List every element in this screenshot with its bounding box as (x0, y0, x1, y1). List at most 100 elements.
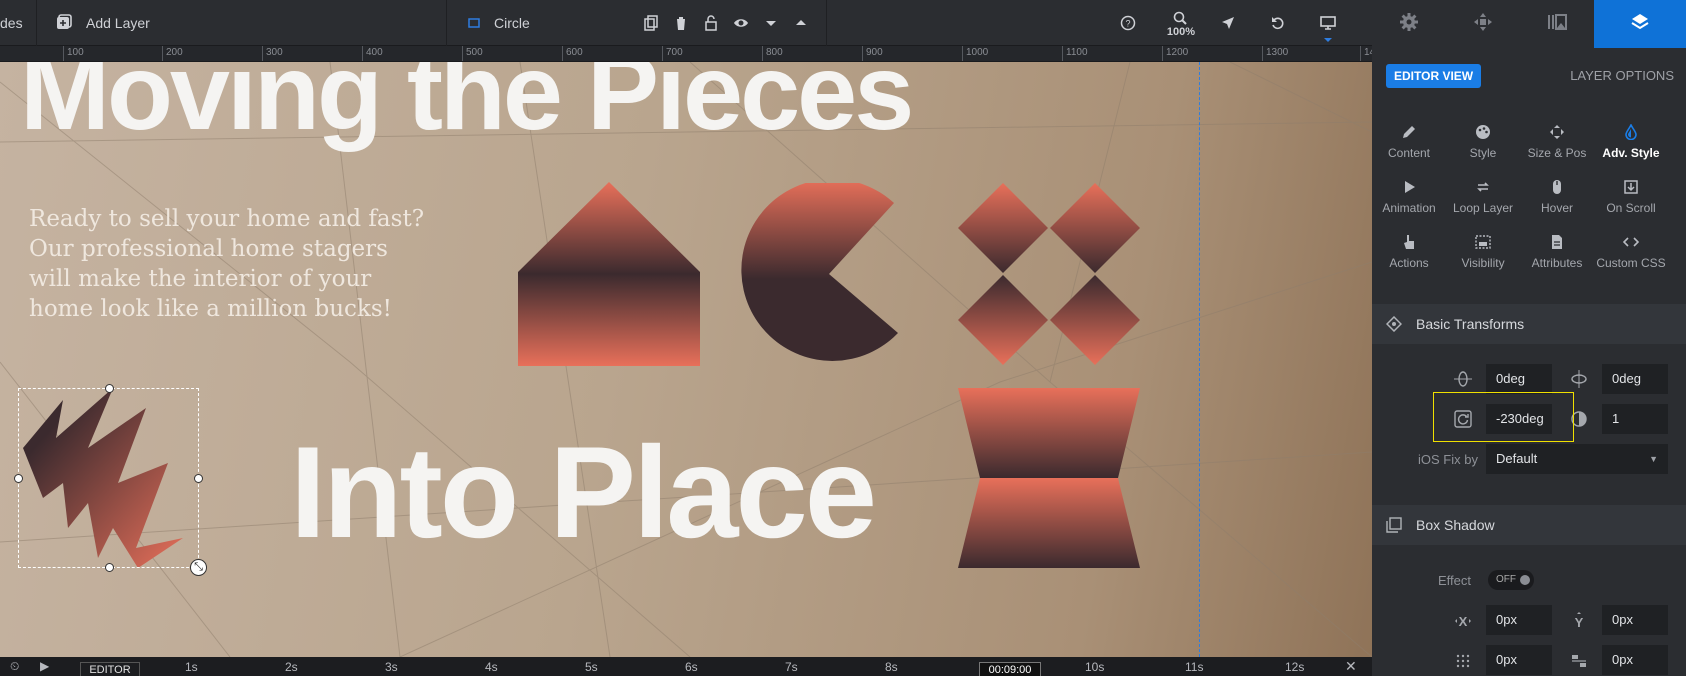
effect-toggle[interactable]: OFF (1488, 570, 1534, 590)
transform-icon (1386, 314, 1406, 334)
play-icon[interactable]: ▶ (40, 659, 49, 673)
shadow-x-input[interactable]: 0px (1486, 605, 1552, 635)
resize-handle[interactable] (194, 474, 203, 483)
tab-hover[interactable]: Hover (1520, 177, 1594, 227)
tab-settings[interactable] (1372, 0, 1446, 48)
drop-icon (1594, 123, 1668, 146)
rotation-x-input[interactable]: 0deg (1486, 364, 1552, 394)
tab-animation[interactable]: Animation (1372, 177, 1446, 227)
current-layer[interactable]: Circle (468, 0, 530, 46)
rotation-y-input[interactable]: 0deg (1602, 364, 1668, 394)
tab-visibility[interactable]: Visibility (1446, 232, 1520, 282)
tab-style[interactable]: Style (1446, 122, 1520, 172)
shadow-spread-input[interactable]: 0px (1602, 645, 1668, 675)
panel-tabs (1372, 0, 1686, 48)
hourglass-shape[interactable] (958, 388, 1140, 568)
move-icon (1520, 124, 1594, 146)
zoom-icon[interactable] (1170, 8, 1190, 28)
tab-loop-layer[interactable]: Loop Layer (1446, 177, 1520, 227)
add-layer-button[interactable]: Add Layer (56, 0, 150, 46)
tab-custom-css[interactable]: Custom CSS (1594, 232, 1668, 282)
chevron-down-icon: ▼ (1649, 454, 1658, 464)
body-text[interactable]: Ready to sell your home and fast? Our pr… (29, 204, 429, 324)
layers-icon (1630, 12, 1650, 37)
house-shape[interactable] (518, 182, 700, 366)
options-panel: EDITOR VIEW LAYER OPTIONS Content Style … (1372, 0, 1686, 676)
code-icon (1594, 234, 1668, 256)
tab-actions[interactable]: Actions (1372, 232, 1446, 282)
file-icon (1520, 234, 1594, 256)
rotation-highlight-box (1433, 392, 1574, 442)
timeline-editor-label[interactable]: EDITOR (80, 662, 140, 676)
shadow-blur-icon (1452, 650, 1474, 672)
undo-icon[interactable] (1268, 13, 1288, 33)
effect-label: Effect (1438, 573, 1472, 588)
pointer-icon[interactable] (1218, 13, 1238, 33)
tab-size-pos[interactable]: Size & Pos (1520, 122, 1594, 172)
trash-icon[interactable] (671, 13, 691, 33)
caret-down-icon[interactable] (761, 13, 781, 33)
gamepad-icon (1473, 12, 1493, 37)
pacman-shape[interactable] (738, 183, 920, 365)
layer-options-label[interactable]: LAYER OPTIONS (1570, 68, 1674, 83)
toggle-knob (1520, 575, 1530, 585)
resize-handle[interactable] (14, 474, 23, 483)
tab-attributes[interactable]: Attributes (1520, 232, 1594, 282)
slider-editor-app: { "toolbar": { "left_label": "des", "add… (0, 0, 1686, 676)
tab-adv-style[interactable]: Adv. Style (1594, 122, 1668, 172)
rectangle-icon (468, 15, 480, 31)
shadow-spread-icon (1568, 650, 1590, 672)
resize-handle[interactable] (105, 384, 114, 393)
gallery-icon (1547, 12, 1567, 37)
lock-icon[interactable] (701, 13, 721, 33)
timeline[interactable]: ⏲ ▶ EDITOR 1s 2s 3s 4s 5s 6s 7s 8s 00:09… (0, 657, 1372, 676)
diamonds-shape[interactable] (958, 183, 1140, 365)
palette-icon (1446, 124, 1520, 146)
close-icon[interactable]: ✕ (1345, 658, 1357, 675)
svg-text:Y: Y (1575, 615, 1584, 630)
hand-icon (1372, 234, 1446, 256)
box-shadow-icon (1386, 515, 1406, 535)
tab-layers[interactable] (1594, 0, 1686, 48)
timeline-current-time[interactable]: 00:09:00 (979, 662, 1041, 676)
tab-content[interactable]: Content (1372, 122, 1446, 172)
add-layer-icon (56, 13, 72, 33)
shadow-y-input[interactable]: 0px (1602, 605, 1668, 635)
selection-box[interactable]: ⤡ (14, 384, 207, 576)
tab-media[interactable] (1520, 0, 1594, 48)
eye-icon[interactable] (731, 13, 751, 33)
svg-text:X: X (1459, 614, 1468, 629)
top-toolbar: des Add Layer Circle ? 100% (0, 0, 1372, 46)
caret-up-icon[interactable] (791, 13, 811, 33)
desktop-icon[interactable] (1318, 13, 1338, 33)
tab-on-scroll[interactable]: On Scroll (1594, 177, 1668, 227)
slides-button[interactable]: des (0, 0, 23, 46)
ios-fix-select[interactable]: Default ▼ (1486, 444, 1668, 474)
ios-fix-label: iOS Fix by (1418, 452, 1478, 467)
editor-view-badge[interactable]: EDITOR VIEW (1386, 64, 1482, 88)
canvas-stage[interactable]: Moving the Pieces Ready to sell your hom… (0, 62, 1372, 657)
duplicate-icon[interactable] (641, 13, 661, 33)
rotate-y-icon (1568, 368, 1590, 390)
divider (446, 0, 447, 46)
rotate-x-icon (1452, 368, 1474, 390)
scale-handle-icon[interactable]: ⤡ (190, 559, 207, 576)
svg-text:?: ? (1125, 19, 1130, 29)
headline-bottom[interactable]: Into Place (290, 422, 877, 562)
opacity-input[interactable]: 1 (1602, 404, 1668, 434)
tab-navigation[interactable] (1446, 0, 1520, 48)
help-icon[interactable]: ? (1118, 13, 1138, 33)
resize-handle[interactable] (105, 563, 114, 572)
headline-top[interactable]: Moving the Pieces (20, 62, 914, 152)
basic-transforms-header[interactable]: Basic Transforms (1372, 304, 1686, 344)
pencil-icon (1372, 124, 1446, 146)
box-shadow-header[interactable]: Box Shadow (1372, 505, 1686, 545)
divider (36, 0, 37, 46)
guide-line[interactable] (1199, 62, 1200, 657)
play-icon (1372, 179, 1446, 201)
mouse-icon (1520, 179, 1594, 201)
shadow-y-icon: Y (1568, 610, 1590, 632)
timer-icon[interactable]: ⏲ (10, 659, 19, 674)
shadow-blur-input[interactable]: 0px (1486, 645, 1552, 675)
device-caret (1324, 38, 1332, 42)
